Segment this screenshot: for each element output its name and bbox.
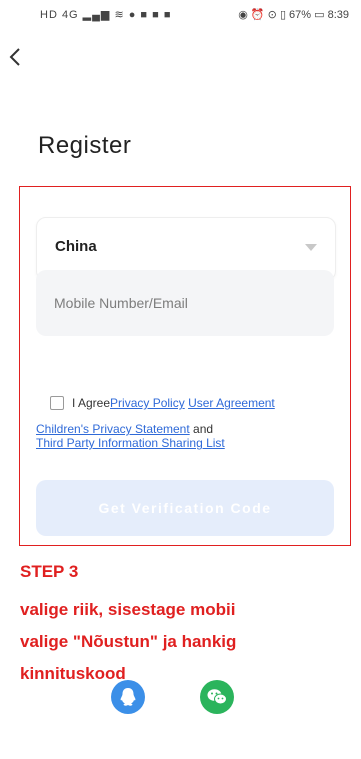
get-verification-code-button[interactable]: Get Verification Code xyxy=(36,480,334,536)
agreement-line-2: Children's Privacy Statement and xyxy=(36,422,213,437)
country-value: China xyxy=(55,238,97,255)
social-login-row xyxy=(0,680,361,728)
third-party-sharing-link[interactable]: Third Party Information Sharing List xyxy=(36,436,225,450)
and-label: and xyxy=(193,422,214,436)
agree-checkbox[interactable] xyxy=(50,396,64,410)
user-agreement-link[interactable]: User Agreement xyxy=(188,396,275,410)
step-instructions: valige riik, sisestage mobii valige "Nõu… xyxy=(20,594,236,690)
page-title: Register xyxy=(38,132,132,159)
status-bar: HD 4G ▂▄▆ ≋ ● ■ ■ ■ ◉ ⏰ ⊙ ▯ 67% ▭ 8:39 xyxy=(0,0,361,28)
status-icons-right: ◉ ⏰ ⊙ ▯ 67% ▭ 8:39 xyxy=(238,9,349,21)
qq-icon[interactable] xyxy=(111,680,145,714)
privacy-policy-link[interactable]: Privacy Policy xyxy=(110,396,185,410)
status-icons-left: HD 4G ▂▄▆ ≋ ● ■ ■ ■ xyxy=(40,9,172,21)
back-icon[interactable] xyxy=(8,46,28,70)
account-input[interactable] xyxy=(36,270,334,336)
childrens-privacy-link[interactable]: Children's Privacy Statement xyxy=(36,422,190,436)
instruction-line-2: valige "Nõustun" ja hankig xyxy=(20,632,237,651)
wechat-icon[interactable] xyxy=(200,680,234,714)
agreement-line-1: I AgreePrivacy Policy User Agreement xyxy=(72,396,275,411)
agree-label: I Agree xyxy=(72,396,111,410)
step-label: STEP 3 xyxy=(20,562,79,581)
chevron-down-icon xyxy=(305,244,317,251)
account-field[interactable] xyxy=(36,270,334,336)
instruction-line-1: valige riik, sisestage mobii xyxy=(20,600,236,619)
agreement-line-3: Third Party Information Sharing List xyxy=(36,436,225,451)
